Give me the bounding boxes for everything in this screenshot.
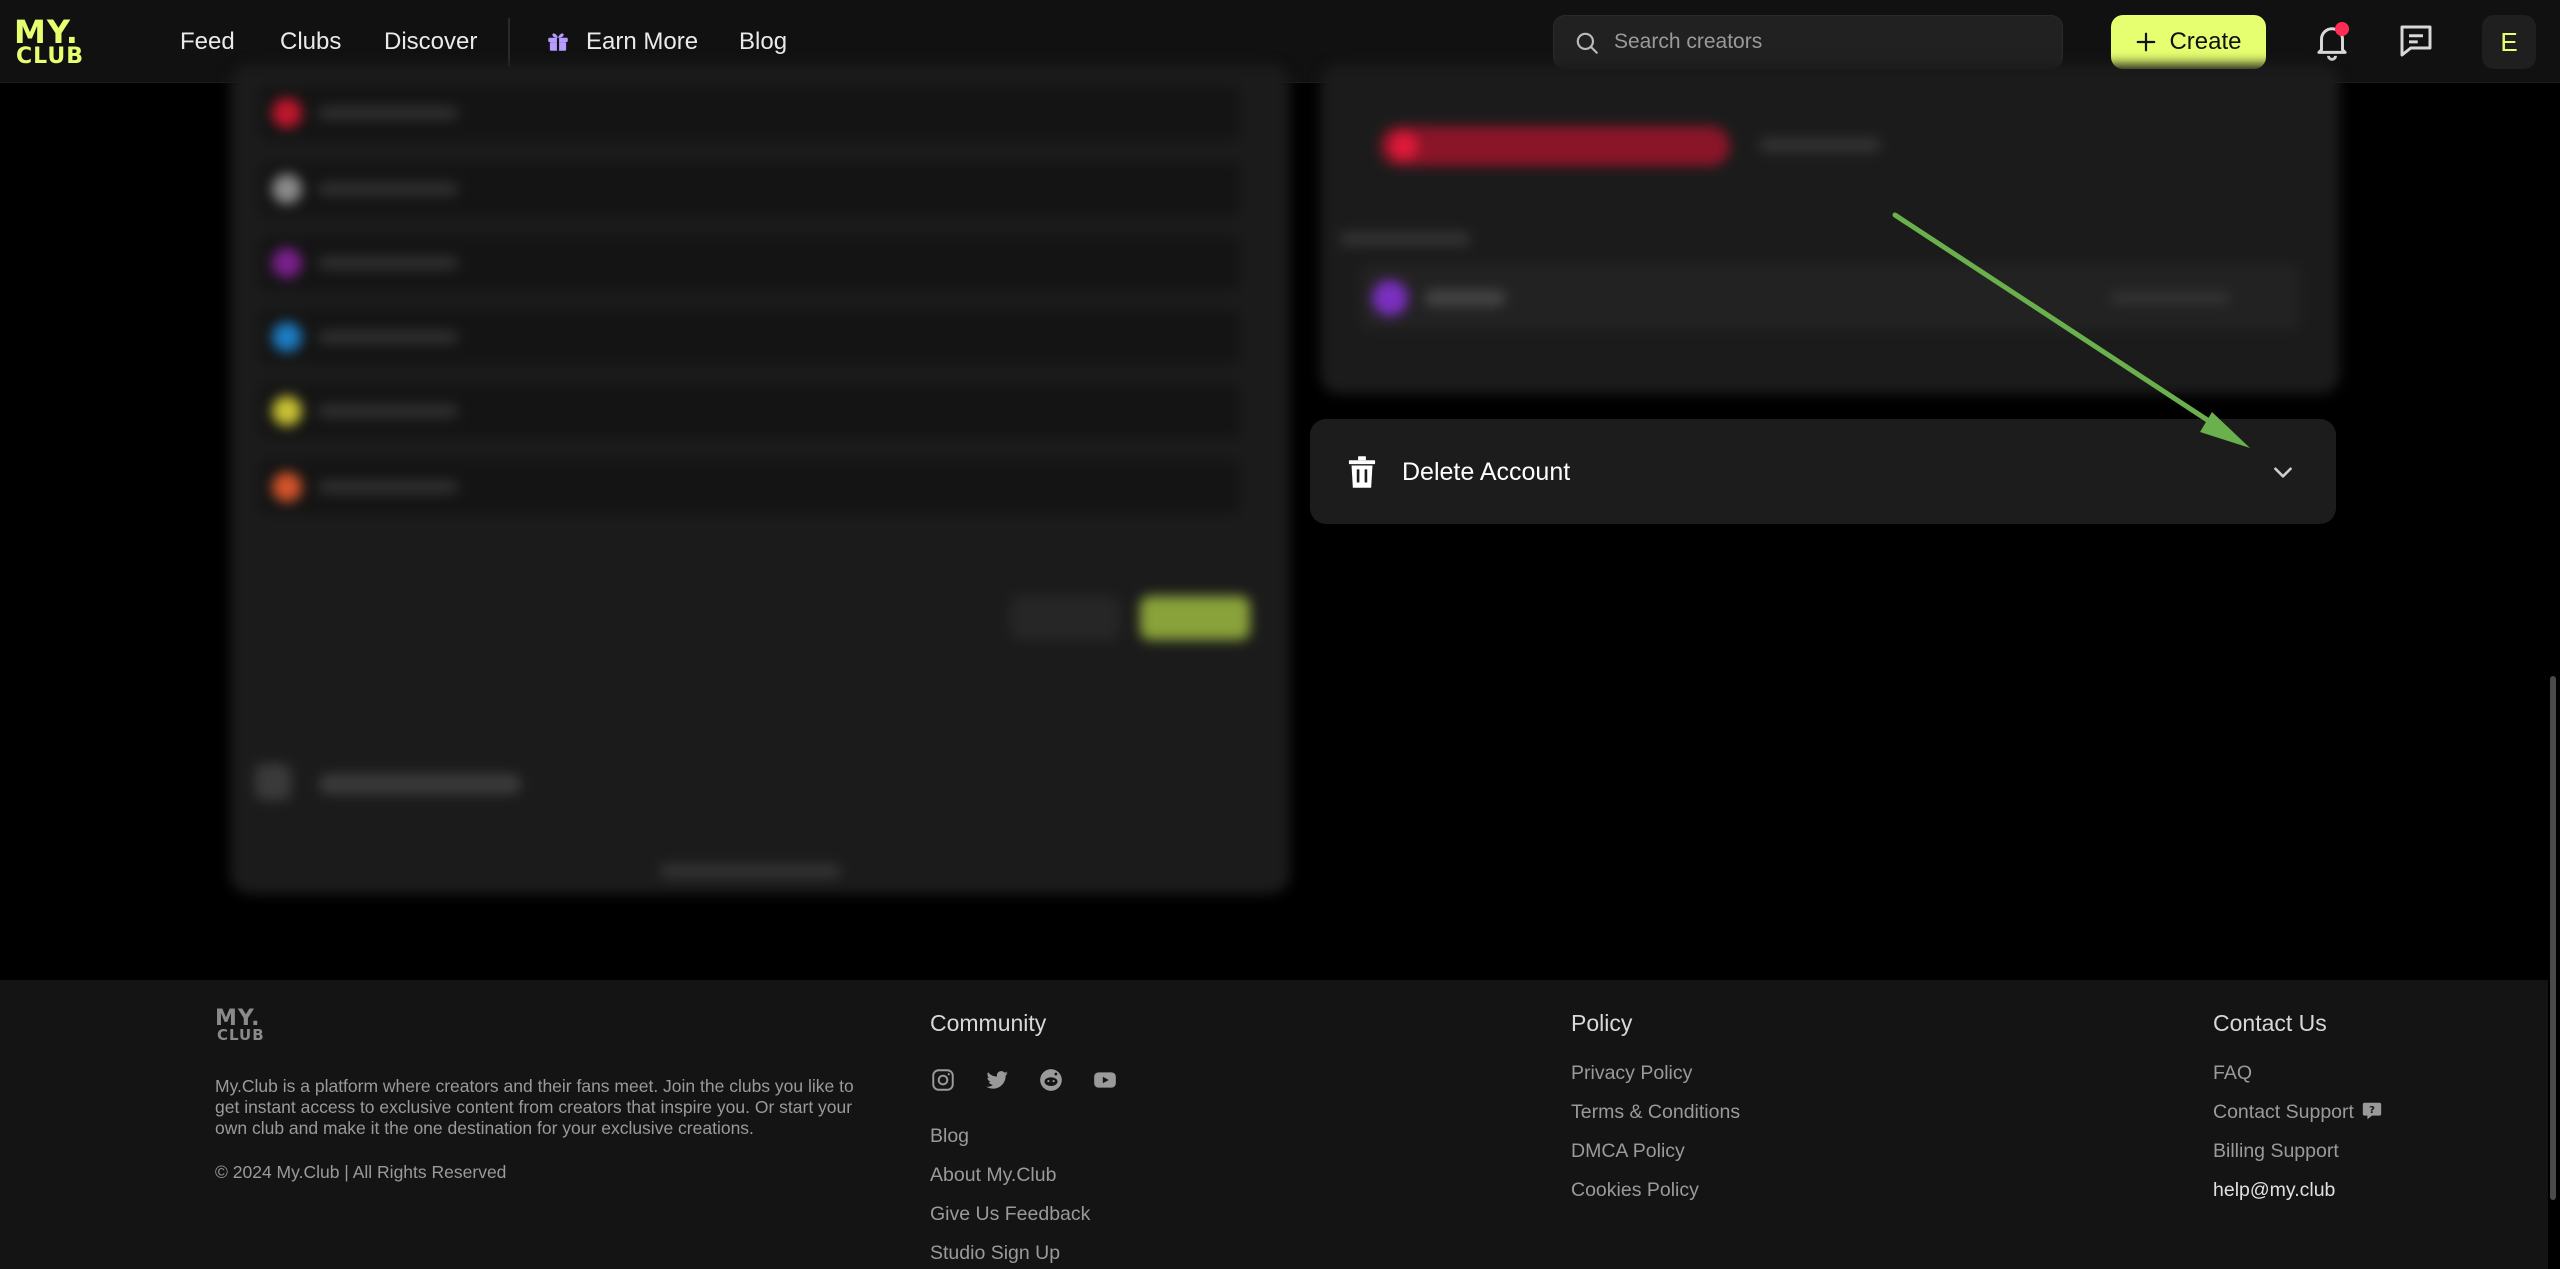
- footer-about-text: My.Club is a platform where creators and…: [215, 1076, 854, 1138]
- reddit-icon[interactable]: [1038, 1067, 1064, 1093]
- delete-account-label: Delete Account: [1402, 458, 1571, 486]
- plus-icon: [2137, 32, 2156, 52]
- blurred-account-panel: [1310, 64, 2340, 394]
- footer-heading-contact: Contact Us: [2213, 1010, 2327, 1036]
- delete-account-section[interactable]: Delete Account: [1310, 419, 2336, 524]
- search-bar[interactable]: [1553, 15, 2063, 69]
- myclub-logo[interactable]: MY. CLUB: [14, 16, 102, 68]
- logo-text-bottom: CLUB: [16, 44, 85, 69]
- footer-logo-bottom: CLUB: [217, 1026, 265, 1044]
- create-button-label: Create: [2169, 28, 2242, 55]
- chat-icon: [2400, 25, 2432, 57]
- footer-link-terms[interactable]: Terms & Conditions: [1571, 1101, 1740, 1124]
- footer-link-email[interactable]: help@my.club: [2213, 1179, 2335, 1202]
- twitter-icon[interactable]: [984, 1067, 1010, 1093]
- youtube-icon[interactable]: [1092, 1067, 1118, 1093]
- footer-logo[interactable]: MY. CLUB: [215, 1008, 285, 1048]
- footer-copyright: © 2024 My.Club | All Rights Reserved: [215, 1162, 507, 1182]
- footer-link-dmca[interactable]: DMCA Policy: [1571, 1140, 1685, 1163]
- create-button[interactable]: Create: [2111, 15, 2266, 69]
- footer-heading-policy: Policy: [1571, 1010, 1633, 1036]
- nav-link-blog[interactable]: Blog: [739, 28, 787, 56]
- footer-link-billing-support[interactable]: Billing Support: [2213, 1140, 2339, 1163]
- nav-link-feed[interactable]: Feed: [180, 28, 235, 56]
- nav-link-discover[interactable]: Discover: [384, 28, 477, 56]
- footer-link-about[interactable]: About My.Club: [930, 1164, 1056, 1187]
- search-icon: [1576, 32, 1598, 54]
- help-bubble-icon: ?: [2362, 1102, 2382, 1120]
- notification-badge: [2335, 22, 2349, 36]
- footer-link-privacy[interactable]: Privacy Policy: [1571, 1062, 1692, 1085]
- footer-link-faq[interactable]: FAQ: [2213, 1062, 2252, 1085]
- notifications-button[interactable]: [2311, 20, 2353, 62]
- trash-icon: [1348, 456, 1376, 488]
- site-footer: MY. CLUB My.Club is a platform where cre…: [0, 980, 2548, 1269]
- footer-heading-community: Community: [930, 1010, 1047, 1036]
- search-input[interactable]: [1614, 16, 2044, 68]
- nav-divider: [508, 18, 510, 66]
- gift-icon: [548, 33, 568, 51]
- footer-link-contact-support[interactable]: Contact Support: [2213, 1101, 2354, 1124]
- footer-link-blog[interactable]: Blog: [930, 1125, 969, 1148]
- footer-link-feedback[interactable]: Give Us Feedback: [930, 1203, 1090, 1226]
- messages-button[interactable]: [2395, 20, 2437, 62]
- nav-link-earn-more[interactable]: Earn More: [586, 28, 698, 56]
- svg-text:?: ?: [2369, 1105, 2375, 1116]
- user-avatar[interactable]: E: [2482, 15, 2536, 69]
- page-scrollbar[interactable]: [2550, 676, 2556, 1200]
- instagram-icon[interactable]: [930, 1067, 956, 1093]
- footer-link-cookies[interactable]: Cookies Policy: [1571, 1179, 1699, 1202]
- chevron-down-icon[interactable]: [2270, 459, 2296, 485]
- blurred-settings-panel: [210, 64, 1290, 984]
- nav-link-clubs[interactable]: Clubs: [280, 28, 341, 56]
- footer-link-studio-signup[interactable]: Studio Sign Up: [930, 1242, 1060, 1265]
